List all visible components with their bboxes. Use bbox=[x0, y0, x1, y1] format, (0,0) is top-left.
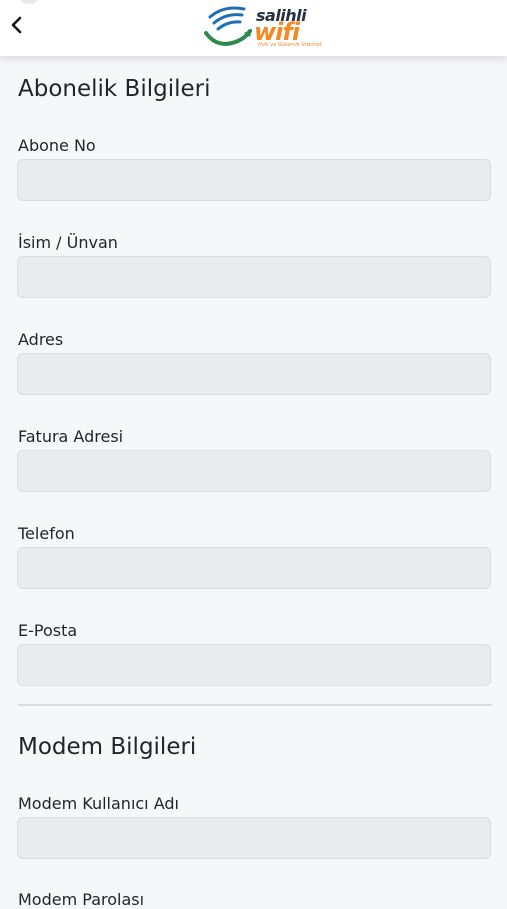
name-title-input[interactable] bbox=[17, 256, 491, 298]
address-input[interactable] bbox=[17, 353, 491, 395]
section-title-subscription: Abonelik Bilgileri bbox=[18, 76, 211, 102]
back-button[interactable] bbox=[4, 10, 30, 40]
salihli-wifi-logo: salihli wifi Hızlı ve Güvenilir İnternet bbox=[204, 3, 322, 49]
subscription-form: Abonelik Bilgileri Abone No İsim / Ünvan… bbox=[0, 56, 507, 909]
phone-input[interactable] bbox=[17, 547, 491, 589]
label-subscriber-no: Abone No bbox=[18, 136, 96, 155]
label-phone: Telefon bbox=[18, 524, 75, 543]
email-input[interactable] bbox=[17, 644, 491, 686]
app-header: salihli wifi Hızlı ve Güvenilir İnternet bbox=[0, 0, 507, 56]
chevron-left-icon bbox=[11, 16, 22, 34]
label-billing-address: Fatura Adresi bbox=[18, 427, 124, 446]
section-title-modem: Modem Bilgileri bbox=[18, 734, 197, 760]
modem-username-input[interactable] bbox=[17, 817, 491, 859]
billing-address-input[interactable] bbox=[17, 450, 491, 492]
label-modem-username: Modem Kullanıcı Adı bbox=[18, 794, 179, 813]
status-indicator bbox=[19, 0, 39, 4]
label-name-title: İsim / Ünvan bbox=[18, 233, 118, 252]
logo-slogan: Hızlı ve Güvenilir İnternet bbox=[258, 42, 322, 48]
section-divider bbox=[18, 704, 492, 706]
label-email: E-Posta bbox=[18, 621, 78, 640]
subscriber-no-input[interactable] bbox=[17, 159, 491, 201]
label-address: Adres bbox=[18, 330, 64, 349]
